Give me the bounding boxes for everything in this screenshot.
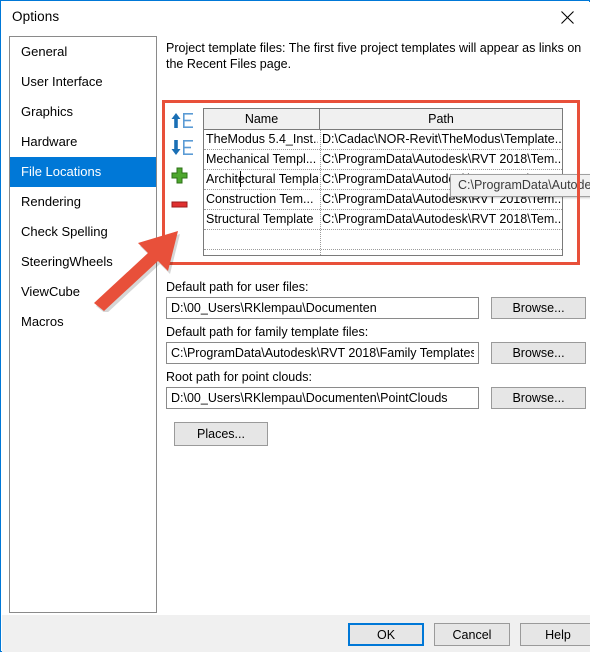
options-dialog: Options General User Interface Graphics … [0,0,590,652]
table-row[interactable]: Structural Template C:\ProgramData\Autod… [204,210,562,230]
move-down-icon[interactable] [170,138,198,160]
user-files-label: Default path for user files: [166,280,309,294]
sidebar-item-general[interactable]: General [10,37,156,67]
grid-header: Name Path [204,109,562,130]
cell-name[interactable]: TheModus 5.4_Inst... [206,130,318,149]
project-template-description: Project template files: The first five p… [166,41,582,71]
point-clouds-field-group: Root path for point clouds: Browse... [166,370,586,409]
close-button[interactable] [545,2,590,31]
window-title: Options [12,9,60,24]
text-cursor [240,171,241,187]
browse-point-clouds-button[interactable]: Browse... [491,387,586,409]
places-button[interactable]: Places... [174,422,268,446]
point-clouds-label: Root path for point clouds: [166,370,312,384]
cell-name[interactable]: Construction Tem... [206,190,318,209]
cell-path[interactable]: C:\ProgramData\Autodesk\RVT 2018\Tem... [322,150,562,169]
family-template-field-group: Default path for family template files: … [166,325,586,364]
close-icon [561,11,574,24]
sidebar-item-graphics[interactable]: Graphics [10,97,156,127]
dialog-footer: OK Cancel Help [2,615,590,652]
family-template-input[interactable] [166,342,479,364]
cancel-button[interactable]: Cancel [434,623,510,646]
sidebar: General User Interface Graphics Hardware… [9,36,157,613]
sidebar-item-viewcube[interactable]: ViewCube [10,277,156,307]
user-files-input[interactable] [166,297,479,319]
family-template-label: Default path for family template files: [166,325,369,339]
sidebar-item-check-spelling[interactable]: Check Spelling [10,217,156,247]
dialog-content: General User Interface Graphics Hardware… [2,32,590,615]
cell-name[interactable]: Structural Template [206,210,318,229]
column-header-name[interactable]: Name [204,109,320,129]
add-value-icon[interactable] [170,166,198,188]
cell-name[interactable]: Mechanical Templ... [206,150,318,169]
help-button[interactable]: Help [520,623,590,646]
path-tooltip: C:\ProgramData\Autodesk [450,174,590,197]
delete-value-icon[interactable] [170,195,198,217]
point-clouds-row: Browse... [166,387,586,409]
sidebar-item-steeringwheels[interactable]: SteeringWheels [10,247,156,277]
grid-toolbar [170,109,200,224]
browse-user-files-button[interactable]: Browse... [491,297,586,319]
sidebar-item-file-locations[interactable]: File Locations [10,157,156,187]
table-row[interactable]: TheModus 5.4_Inst... D:\Cadac\NOR-Revit\… [204,130,562,150]
user-files-row: Browse... [166,297,586,319]
sidebar-item-hardware[interactable]: Hardware [10,127,156,157]
browse-family-template-button[interactable]: Browse... [491,342,586,364]
table-row-empty[interactable] [204,230,562,250]
ok-button[interactable]: OK [348,623,424,646]
column-header-path[interactable]: Path [320,109,562,129]
family-template-row: Browse... [166,342,586,364]
cell-path[interactable]: D:\Cadac\NOR-Revit\TheModus\Template... [322,130,562,149]
sidebar-item-user-interface[interactable]: User Interface [10,67,156,97]
cell-name[interactable]: Architectural Templa [206,170,318,189]
title-bar: Options [2,2,590,32]
point-clouds-input[interactable] [166,387,479,409]
user-files-field-group: Default path for user files: Browse... [166,280,586,319]
sidebar-item-macros[interactable]: Macros [10,307,156,337]
move-up-icon[interactable] [170,111,198,133]
table-row[interactable]: Mechanical Templ... C:\ProgramData\Autod… [204,150,562,170]
cell-path[interactable]: C:\ProgramData\Autodesk\RVT 2018\Tem... [322,210,562,229]
sidebar-item-rendering[interactable]: Rendering [10,187,156,217]
